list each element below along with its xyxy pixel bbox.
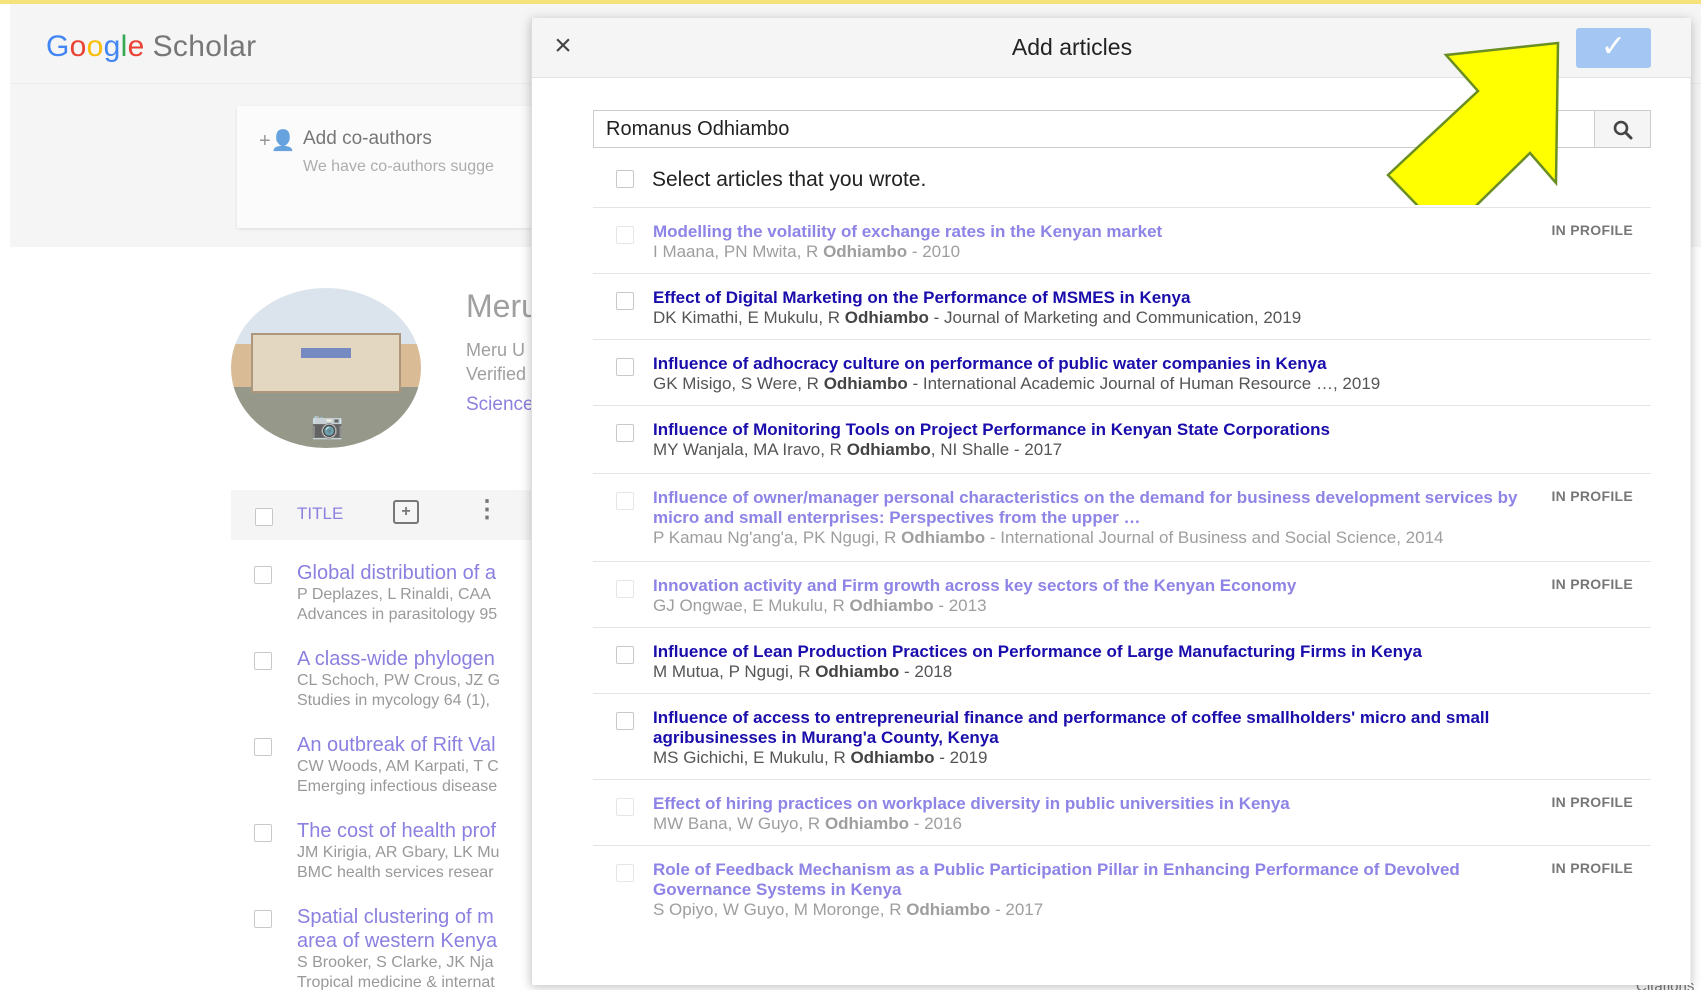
article-title[interactable]: Effect of hiring practices on workplace … [653, 794, 1533, 814]
articles-table-header: TITLE + ⋮ [231, 490, 561, 540]
in-profile-badge: IN PROFILE [1551, 222, 1633, 238]
article-row[interactable]: Innovation activity and Firm growth acro… [593, 561, 1651, 627]
profile-interest-link[interactable]: Science [466, 394, 534, 416]
camera-icon[interactable]: 📷 [311, 410, 343, 441]
select-all-label: Select articles that you wrote. [652, 168, 927, 191]
article-row[interactable]: Influence of Lean Production Practices o… [593, 627, 1651, 693]
article-results-list: Modelling the volatility of exchange rat… [593, 207, 1651, 923]
in-profile-badge: IN PROFILE [1551, 860, 1633, 876]
google-scholar-logo[interactable]: Google Scholar [46, 30, 256, 64]
article-checkbox [616, 226, 634, 244]
add-box-icon[interactable]: + [393, 500, 419, 524]
article-title[interactable]: Influence of access to entrepreneurial f… [653, 708, 1533, 748]
article-meta: I Maana, PN Mwita, R Odhiambo - 2010 [653, 242, 961, 261]
article-title[interactable]: Influence of owner/manager personal char… [653, 488, 1533, 528]
article-checkbox[interactable] [616, 646, 634, 664]
article-meta: P Kamau Ng'ang'a, PK Ngugi, R Odhiambo -… [653, 528, 1444, 547]
article-title[interactable]: Modelling the volatility of exchange rat… [653, 222, 1533, 242]
article-title[interactable]: Effect of Digital Marketing on the Perfo… [653, 288, 1533, 308]
article-checkbox[interactable] [616, 358, 634, 376]
title-column-header[interactable]: TITLE [297, 504, 343, 524]
article-checkbox [616, 864, 634, 882]
profile-name: Meru [466, 288, 539, 324]
article-title[interactable]: Influence of Lean Production Practices o… [653, 642, 1533, 662]
article-meta: DK Kimathi, E Mukulu, R Odhiambo - Journ… [653, 308, 1302, 327]
select-all-checkbox-bg[interactable] [255, 508, 273, 526]
article-checkbox[interactable] [616, 424, 634, 442]
article-title[interactable]: Role of Feedback Mechanism as a Public P… [653, 860, 1533, 900]
article-title[interactable]: Innovation activity and Firm growth acro… [653, 576, 1533, 596]
article-title[interactable]: Influence of adhocracy culture on perfor… [653, 354, 1533, 374]
article-checkbox[interactable] [616, 292, 634, 310]
coauthors-title[interactable]: Add co-authors [303, 128, 432, 150]
add-person-icon: +👤 [259, 130, 296, 152]
article-row[interactable]: Influence of access to entrepreneurial f… [593, 693, 1651, 779]
article-title[interactable]: Influence of Monitoring Tools on Project… [653, 420, 1533, 440]
profile-verified: Verified [466, 364, 527, 384]
profile-photo[interactable]: 📷 [231, 288, 421, 448]
article-row[interactable]: Effect of Digital Marketing on the Perfo… [593, 273, 1651, 339]
article-meta: GK Misigo, S Were, R Odhiambo - Internat… [653, 374, 1381, 393]
article-row[interactable]: Modelling the volatility of exchange rat… [593, 207, 1651, 273]
coauthors-card[interactable]: +👤 Add co-authors We have co-authors sug… [237, 106, 557, 228]
article-meta: MS Gichichi, E Mukulu, R Odhiambo - 2019 [653, 748, 988, 767]
profile-affiliation: Meru U [466, 340, 526, 360]
article-row[interactable]: Effect of hiring practices on workplace … [593, 779, 1651, 845]
scrollbar[interactable] [1690, 78, 1691, 983]
search-icon [1613, 120, 1633, 140]
article-row[interactable]: Influence of owner/manager personal char… [593, 473, 1651, 561]
in-profile-badge: IN PROFILE [1551, 576, 1633, 592]
in-profile-badge: IN PROFILE [1551, 794, 1633, 810]
checkmark-icon: ✓ [1600, 30, 1627, 63]
article-checkbox [616, 492, 634, 510]
article-row[interactable]: Influence of adhocracy culture on perfor… [593, 339, 1651, 405]
article-checkbox [616, 580, 634, 598]
coauthors-subtitle: We have co-authors sugge [303, 158, 494, 175]
article-meta: MY Wanjala, MA Iravo, R Odhiambo, NI Sha… [653, 440, 1063, 459]
article-row[interactable]: Influence of Monitoring Tools on Project… [593, 405, 1651, 473]
select-all-checkbox[interactable] [616, 170, 634, 188]
confirm-button[interactable]: ✓ [1576, 28, 1651, 68]
article-meta: GJ Ongwae, E Mukulu, R Odhiambo - 2013 [653, 596, 987, 615]
more-vert-icon[interactable]: ⋮ [475, 498, 499, 522]
in-profile-badge: IN PROFILE [1551, 488, 1633, 504]
article-checkbox[interactable] [616, 712, 634, 730]
pointer-arrow [1386, 41, 1560, 205]
article-meta: MW Bana, W Guyo, R Odhiambo - 2016 [653, 814, 962, 833]
article-meta: M Mutua, P Ngugi, R Odhiambo - 2018 [653, 662, 953, 681]
article-row[interactable]: Role of Feedback Mechanism as a Public P… [593, 845, 1651, 923]
article-checkbox [616, 798, 634, 816]
article-meta: S Opiyo, W Guyo, M Moronge, R Odhiambo -… [653, 900, 1044, 919]
search-button[interactable] [1594, 111, 1650, 147]
